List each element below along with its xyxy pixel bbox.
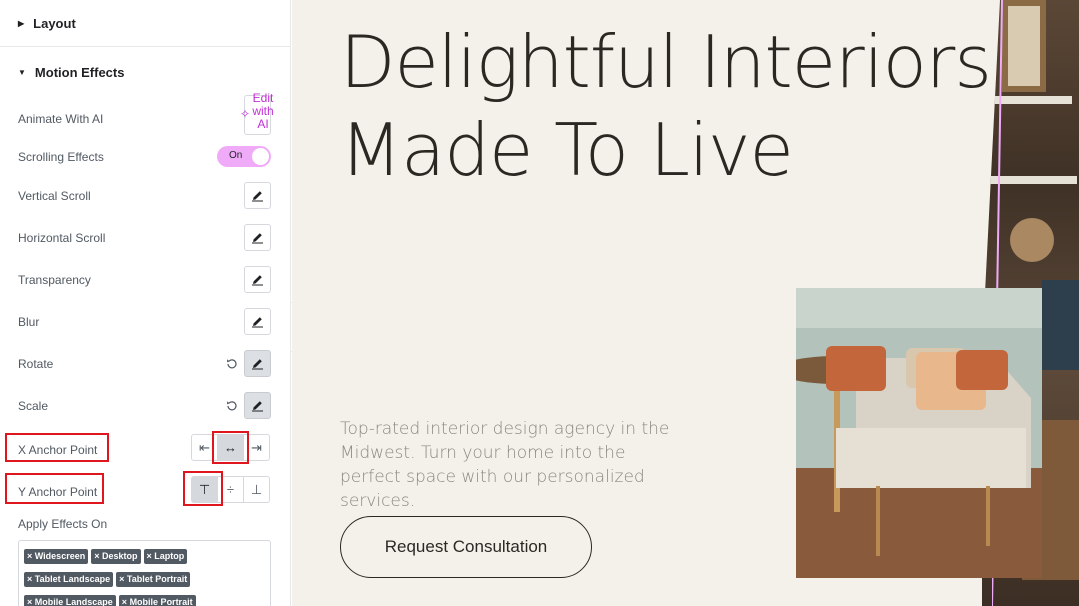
scale-row: Scale bbox=[0, 390, 291, 422]
y-anchor-point-row: Y Anchor Point ⊤ ÷ ⊥ bbox=[0, 471, 291, 508]
rotate-row: Rotate bbox=[0, 348, 291, 380]
bottom-align-icon[interactable]: ⊥ bbox=[243, 476, 270, 503]
pencil-icon bbox=[252, 233, 263, 244]
pencil-icon bbox=[252, 191, 263, 202]
vertical-scroll-edit-button[interactable] bbox=[244, 182, 271, 209]
vertical-scroll-label: Vertical Scroll bbox=[18, 189, 91, 203]
transparency-label: Transparency bbox=[18, 273, 91, 287]
request-consultation-button[interactable]: Request Consultation bbox=[340, 516, 592, 578]
pencil-icon bbox=[252, 401, 263, 412]
toggle-knob bbox=[252, 148, 269, 165]
blur-row: Blur bbox=[0, 306, 291, 338]
tag-widescreen[interactable]: × Widescreen bbox=[24, 549, 89, 564]
blur-edit-button[interactable] bbox=[244, 308, 271, 335]
tag-label: Desktop bbox=[101, 551, 138, 561]
horizontal-scroll-edit-button[interactable] bbox=[244, 224, 271, 251]
editor-panel: ▶ Layout ▼ Motion Effects Animate With A… bbox=[0, 0, 291, 606]
caret-right-icon: ▶ bbox=[18, 18, 25, 28]
tag-label: Widescreen bbox=[34, 551, 86, 561]
motion-effects-section-header[interactable]: ▼ Motion Effects bbox=[0, 48, 291, 96]
hero-headline[interactable]: Delightful Interiors Made To Live bbox=[340, 18, 992, 194]
scrolling-effects-label: Scrolling Effects bbox=[18, 150, 104, 164]
blur-label: Blur bbox=[18, 315, 40, 329]
edit-with-ai-button[interactable]: ✧ Edit with AI bbox=[240, 92, 274, 135]
horizontal-scroll-label: Horizontal Scroll bbox=[18, 231, 106, 245]
vertical-scroll-row: Vertical Scroll bbox=[0, 180, 291, 212]
tag-tablet-portrait[interactable]: × Tablet Portrait bbox=[116, 572, 191, 587]
tag-tablet-landscape[interactable]: × Tablet Landscape bbox=[24, 572, 114, 587]
reset-icon[interactable] bbox=[224, 356, 240, 372]
pencil-icon bbox=[252, 275, 263, 286]
rotate-label: Rotate bbox=[18, 357, 54, 371]
pencil-icon bbox=[252, 359, 263, 370]
sofa-photo[interactable] bbox=[796, 288, 1042, 578]
tag-label: Laptop bbox=[154, 551, 185, 561]
x-anchor-point-row: X Anchor Point ⇤ ↔ ⇥ bbox=[0, 431, 291, 466]
reset-icon[interactable] bbox=[224, 398, 240, 414]
apply-effects-on-label: Apply Effects On bbox=[18, 517, 108, 531]
tag-laptop[interactable]: × Laptop bbox=[143, 549, 188, 564]
request-consultation-label: Request Consultation bbox=[384, 537, 548, 556]
scale-edit-button[interactable] bbox=[244, 392, 271, 419]
horizontal-scroll-row: Horizontal Scroll bbox=[0, 222, 291, 254]
transparency-row: Transparency bbox=[0, 264, 291, 296]
transparency-edit-button[interactable] bbox=[244, 266, 271, 293]
y-anchor-point-label: Y Anchor Point bbox=[18, 485, 98, 499]
animate-with-ai-row: Animate With AI ✧ Edit with AI bbox=[0, 92, 291, 135]
motion-effects-section-title: Motion Effects bbox=[34, 64, 125, 80]
tag-label: Tablet Landscape bbox=[34, 574, 111, 584]
pencil-icon bbox=[252, 317, 263, 328]
highlight-box bbox=[212, 431, 249, 464]
scrolling-effects-toggle[interactable]: On bbox=[217, 146, 271, 167]
animate-with-ai-label: Animate With AI bbox=[18, 112, 104, 126]
scale-label: Scale bbox=[18, 399, 49, 413]
highlight-box bbox=[183, 471, 223, 506]
page-preview-canvas: Delightful Interiors Made To Live Top-ra… bbox=[292, 0, 1079, 606]
tag-label: Tablet Portrait bbox=[126, 574, 188, 584]
headline-line-2: Made To Live bbox=[340, 108, 794, 192]
tag-label: Mobile Portrait bbox=[129, 597, 193, 606]
edit-with-ai-label: Edit with AI bbox=[252, 91, 274, 131]
headline-line-1: Delightful Interiors bbox=[340, 20, 992, 104]
scrolling-effects-row: Scrolling Effects On bbox=[0, 141, 291, 173]
tag-desktop[interactable]: × Desktop bbox=[91, 549, 141, 564]
rotate-edit-button[interactable] bbox=[244, 350, 271, 377]
toggle-state-text: On bbox=[229, 150, 243, 161]
layout-section-header[interactable]: ▶ Layout bbox=[0, 0, 291, 47]
tag-mobile-landscape[interactable]: × Mobile Landscape bbox=[24, 595, 116, 606]
tag-mobile-portrait[interactable]: × Mobile Portrait bbox=[118, 595, 196, 606]
caret-down-icon: ▼ bbox=[18, 67, 26, 77]
layout-section-title: Layout bbox=[33, 15, 76, 31]
apply-effects-on-select[interactable]: × Widescreen × Desktop × Laptop × Tablet La… bbox=[18, 540, 271, 606]
tag-label: Mobile Landscape bbox=[34, 597, 113, 606]
hero-description: Top-rated interior design agency in the … bbox=[340, 419, 670, 511]
x-anchor-point-label: X Anchor Point bbox=[18, 443, 98, 457]
